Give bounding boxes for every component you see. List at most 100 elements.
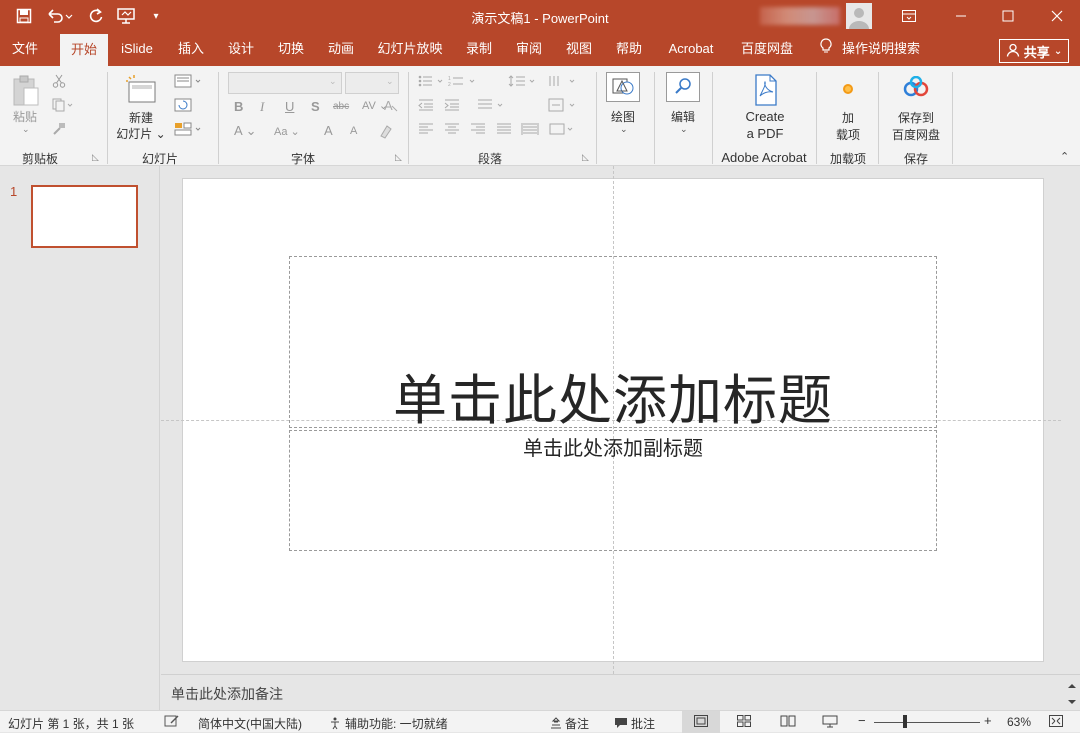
notes-pane[interactable]: 单击此处添加备注 xyxy=(161,674,1080,710)
close-icon[interactable] xyxy=(1034,0,1080,32)
highlight-icon[interactable] xyxy=(378,123,394,142)
baidu-label-2[interactable]: 百度网盘 xyxy=(884,126,948,143)
tab-slideshow[interactable]: 幻灯片放映 xyxy=(370,32,450,66)
section-icon[interactable] xyxy=(174,122,204,139)
addins-label-2[interactable]: 载项 xyxy=(826,126,870,143)
zoom-in-button[interactable]: + xyxy=(984,713,992,728)
zoom-slider-track[interactable] xyxy=(874,722,980,723)
undo-icon[interactable] xyxy=(44,6,74,26)
maximize-icon[interactable] xyxy=(985,0,1031,32)
fit-slide-icon[interactable] xyxy=(1049,715,1063,730)
grow-font-button[interactable]: A xyxy=(324,123,333,138)
notes-placeholder[interactable]: 单击此处添加备注 xyxy=(171,684,283,704)
addins-icon[interactable] xyxy=(840,82,856,99)
font-color-button[interactable]: A ⌄ xyxy=(234,123,256,139)
group-slides-label: 幻灯片 xyxy=(141,152,178,166)
bold-button[interactable]: B xyxy=(234,99,243,114)
search-icon[interactable] xyxy=(666,72,700,102)
paste-button[interactable] xyxy=(10,74,42,110)
minimize-icon[interactable] xyxy=(938,0,984,32)
chevron-down-icon[interactable]: ⌄ xyxy=(620,124,628,135)
drawing-label[interactable]: 绘图 xyxy=(604,108,642,125)
tab-animations[interactable]: 动画 xyxy=(320,32,362,66)
tab-record[interactable]: 录制 xyxy=(458,32,500,66)
chevron-down-icon[interactable]: ⌄ xyxy=(386,76,394,87)
underline-button[interactable]: U xyxy=(285,99,294,114)
tab-view[interactable]: 视图 xyxy=(558,32,600,66)
dialog-launcher-icon[interactable]: ◺ xyxy=(92,152,99,163)
shrink-font-button[interactable]: A xyxy=(350,125,357,137)
reading-view-icon[interactable] xyxy=(780,715,796,730)
divider xyxy=(878,72,879,164)
language-status[interactable]: 简体中文(中国大陆) xyxy=(198,715,302,732)
tab-acrobat[interactable]: Acrobat xyxy=(660,32,722,66)
drawing-shapes-icon[interactable] xyxy=(606,72,640,102)
divider xyxy=(816,72,817,164)
title-placeholder-text[interactable]: 单击此处添加标题 xyxy=(290,356,936,435)
save-icon[interactable] xyxy=(14,6,34,26)
tab-transitions[interactable]: 切换 xyxy=(270,32,312,66)
normal-view-button[interactable] xyxy=(682,711,720,733)
new-slide-label-1[interactable]: 新建 xyxy=(118,109,164,126)
notes-scrollbar[interactable] xyxy=(1064,680,1080,708)
change-case-button[interactable]: Aa ⌄ xyxy=(274,125,300,138)
align-icons[interactable] xyxy=(418,122,578,139)
new-slide-icon[interactable] xyxy=(122,74,160,109)
slide-sorter-icon[interactable] xyxy=(737,715,751,730)
redo-icon[interactable] xyxy=(86,6,106,26)
present-icon[interactable] xyxy=(116,6,136,26)
zoom-out-button[interactable]: − xyxy=(858,713,866,728)
cut-icon[interactable] xyxy=(52,74,66,91)
tell-me-search[interactable]: 操作说明搜索 xyxy=(820,32,920,66)
format-painter-icon[interactable] xyxy=(52,122,66,139)
addins-label-1[interactable]: 加 xyxy=(826,109,870,126)
chevron-down-icon[interactable]: ⌄ xyxy=(680,124,688,135)
editing-label[interactable]: 编辑 xyxy=(664,108,702,125)
baidu-label-1[interactable]: 保存到 xyxy=(884,109,948,126)
baidu-netdisk-icon[interactable] xyxy=(902,75,930,101)
spelling-icon[interactable] xyxy=(164,714,180,731)
tab-help[interactable]: 帮助 xyxy=(608,32,650,66)
pdf-icon[interactable] xyxy=(750,74,782,109)
notes-toggle[interactable]: 备注 xyxy=(550,715,589,732)
chevron-down-icon[interactable]: ⌄ xyxy=(22,124,30,135)
line-spacing-icon[interactable] xyxy=(508,74,578,91)
reset-icon[interactable] xyxy=(174,98,192,115)
dialog-launcher-icon[interactable]: ◺ xyxy=(395,152,402,163)
new-slide-label-2[interactable]: 幻灯片 ⌄ xyxy=(112,125,170,142)
group-clipboard-label: 剪贴板 xyxy=(21,152,58,166)
slideshow-icon[interactable] xyxy=(822,715,838,731)
strikethrough-button[interactable]: abc xyxy=(333,101,349,112)
shadow-button[interactable]: S xyxy=(311,99,320,114)
align-text-icon[interactable] xyxy=(548,98,580,115)
create-pdf-label-1[interactable]: Create xyxy=(730,109,800,124)
dialog-launcher-icon[interactable]: ◺ xyxy=(582,152,589,163)
chevron-down-icon[interactable]: ⌄ xyxy=(329,76,337,87)
comments-toggle[interactable]: 批注 xyxy=(614,715,655,732)
subtitle-placeholder-text[interactable]: 单击此处添加副标题 xyxy=(290,432,936,461)
ribbon-display-icon[interactable] xyxy=(886,0,932,32)
indent-icon[interactable] xyxy=(418,98,508,115)
customize-icon[interactable]: ▾ xyxy=(146,6,166,26)
accessibility-status[interactable]: 辅助功能: 一切就绪 xyxy=(328,715,448,733)
collapse-ribbon-icon[interactable]: ⌃ xyxy=(1060,150,1069,163)
zoom-level[interactable]: 63% xyxy=(1007,715,1031,729)
create-pdf-label-2[interactable]: a PDF xyxy=(730,126,800,141)
layout-icon[interactable] xyxy=(174,74,204,91)
copy-icon[interactable] xyxy=(52,98,74,115)
tab-design[interactable]: 设计 xyxy=(220,32,262,66)
slide-thumbnail[interactable] xyxy=(31,185,138,248)
clear-format-icon[interactable]: A xyxy=(383,97,399,116)
tab-home[interactable]: 开始 xyxy=(60,34,108,66)
tab-baidu[interactable]: 百度网盘 xyxy=(732,32,802,66)
zoom-slider-thumb[interactable] xyxy=(903,715,907,728)
font-name-combo[interactable] xyxy=(228,72,342,94)
tab-file[interactable]: 文件 xyxy=(0,32,50,66)
bullets-icon[interactable]: 12 xyxy=(418,74,498,91)
tab-islide[interactable]: iSlide xyxy=(113,32,161,66)
share-button[interactable]: 共享 ⌄ xyxy=(999,39,1069,63)
italic-button[interactable]: I xyxy=(260,99,264,115)
avatar[interactable] xyxy=(846,3,872,29)
tab-review[interactable]: 审阅 xyxy=(508,32,550,66)
tab-insert[interactable]: 插入 xyxy=(170,32,212,66)
